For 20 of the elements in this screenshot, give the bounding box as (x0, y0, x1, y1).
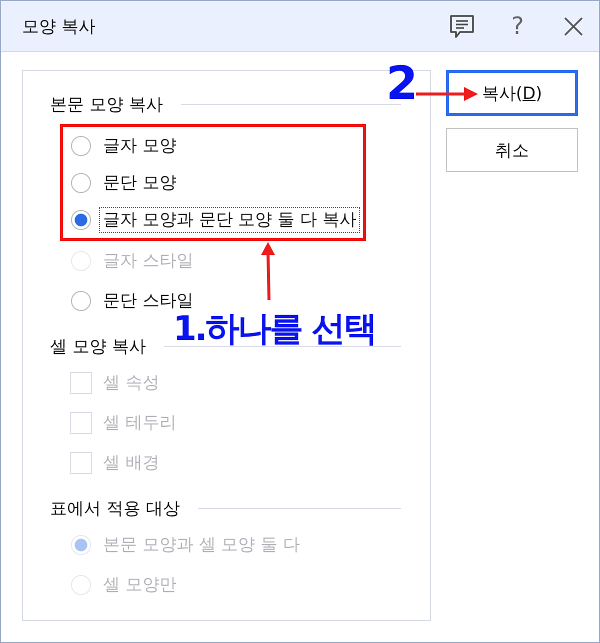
section-heading: 표에서 적용 대상 (50, 498, 180, 520)
dialog-button[interactable]: 취소 (446, 128, 578, 172)
dialog-button[interactable]: 복사(D) (446, 70, 578, 116)
option-label[interactable]: 문단 스타일 (99, 288, 198, 314)
option-label[interactable]: 글자 모양과 문단 모양 둘 다 복사 (99, 206, 360, 232)
option-label[interactable]: 글자 모양 (99, 132, 180, 158)
comment-icon[interactable] (449, 14, 476, 38)
annotation-arrow (416, 87, 478, 101)
radio-button[interactable] (71, 210, 91, 230)
close-icon[interactable] (564, 16, 583, 36)
annotation-text: 2 (386, 60, 418, 106)
window-title: 모양 복사 (22, 16, 96, 38)
option-label[interactable]: 문단 모양 (99, 170, 180, 196)
annotation-text: 1.하나를 선택 (173, 312, 376, 346)
help-button[interactable]: ? (511, 12, 524, 40)
radio-button[interactable] (71, 136, 91, 156)
section-heading: 본문 모양 복사 (50, 94, 163, 116)
radio-button[interactable] (71, 291, 91, 311)
radio-button[interactable] (71, 172, 91, 192)
section-heading: 셀 모양 복사 (50, 336, 146, 358)
